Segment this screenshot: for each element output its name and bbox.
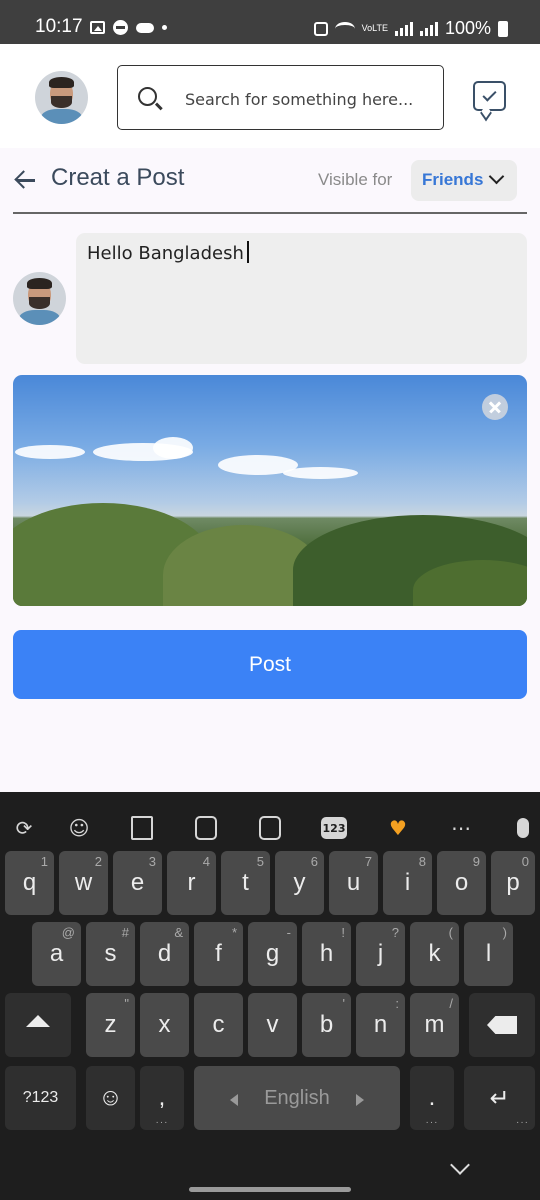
search-input[interactable] [185,86,430,112]
key-x[interactable]: x [140,993,189,1057]
keyboard-translate-icon[interactable]: ⟳ [10,814,38,842]
search-box[interactable] [117,65,444,130]
emoji-key[interactable]: ☺ [86,1066,135,1130]
period-key[interactable]: . ··· [410,1066,454,1130]
key-t[interactable]: t5 [221,851,270,915]
more-options-icon[interactable]: ⋯ [447,814,475,842]
more-notifications-dot-icon [162,25,167,30]
microphone-icon[interactable] [509,814,537,842]
key-l[interactable]: l) [464,922,513,986]
symbols-key[interactable]: ?123 [5,1066,76,1130]
key-f[interactable]: f * [194,922,243,986]
key-e[interactable]: e3 [113,851,162,915]
key-w[interactable]: w2 [59,851,108,915]
page-title: Creat a Post [51,164,185,191]
emoji-toolbar-icon[interactable]: ☺ [65,814,93,842]
volte-indicator: VoLTE [361,23,388,33]
do-not-disturb-icon [113,20,128,35]
shift-key[interactable] [5,993,71,1057]
search-icon [138,87,157,106]
key-o[interactable]: o9 [437,851,486,915]
clipboard-icon[interactable] [192,814,220,842]
key-c[interactable]: c [194,993,243,1057]
key-s[interactable]: s # [86,922,135,986]
gallery-icon [90,21,105,34]
key-d[interactable]: d & [140,922,189,986]
comma-key[interactable]: , ··· [140,1066,184,1130]
key-q[interactable]: q1 [5,851,54,915]
key-m[interactable]: m / [410,993,459,1057]
space-language-label: English [264,1086,330,1109]
enter-icon: ↵ [489,1084,510,1112]
key-h[interactable]: h! [302,922,351,986]
key-y[interactable]: y6 [275,851,324,915]
text-edit-icon[interactable] [256,814,284,842]
divider [13,212,527,214]
key-n[interactable]: n: [356,993,405,1057]
shift-arrow-icon [26,1015,50,1027]
home-indicator[interactable] [189,1187,351,1192]
wifi-icon [334,21,355,36]
key-a[interactable]: a @ [32,922,81,986]
space-key[interactable]: English [194,1066,400,1130]
key-v[interactable]: v [248,993,297,1057]
profile-avatar[interactable] [35,71,88,124]
cursor-left-icon [230,1094,238,1106]
author-avatar [13,272,66,325]
post-text: Hello Bangladesh [87,243,244,264]
key-b[interactable]: b ' [302,993,351,1057]
key-z[interactable]: z " [86,993,135,1057]
mute-icon [313,21,328,36]
status-bar: 10:17 VoLTE 100% [0,0,540,44]
signal-2-icon [419,21,438,36]
status-time: 10:17 [35,16,83,37]
visibility-dropdown[interactable]: Friends [411,160,517,201]
backspace-key[interactable] [469,993,535,1057]
post-button[interactable]: Post [13,630,527,699]
cursor-right-icon [356,1094,364,1106]
cloud-icon [136,22,154,33]
smiley-icon: ☺ [98,1084,123,1111]
status-notification-icons [90,20,167,35]
store-icon[interactable] [128,814,156,842]
visibility-label: Visible for [318,170,393,189]
key-g[interactable]: g- [248,922,297,986]
attached-photo [13,375,527,606]
remove-photo-close-icon[interactable] [482,394,508,420]
visibility-value: Friends [422,170,484,189]
app-header [0,44,540,148]
sticker-icon[interactable]: ♥ [384,814,412,842]
battery-icon [498,20,508,37]
backspace-icon [487,1016,517,1034]
key-r[interactable]: r4 [167,851,216,915]
post-text-area[interactable]: Hello Bangladesh [76,233,527,364]
key-j[interactable]: j? [356,922,405,986]
signal-1-icon [394,21,413,36]
key-u[interactable]: u7 [329,851,378,915]
key-i[interactable]: i8 [383,851,432,915]
status-system-icons: VoLTE 100% [313,18,508,39]
back-arrow-icon[interactable] [15,170,39,190]
enter-key[interactable]: ↵ ··· [464,1066,535,1130]
key-k[interactable]: k( [410,922,459,986]
battery-percent: 100% [444,18,491,38]
key-p[interactable]: p0 [491,851,535,915]
numpad-icon[interactable]: 123 [320,814,348,842]
text-cursor [246,241,249,263]
chevron-down-icon [488,168,505,185]
messages-icon[interactable] [473,81,506,111]
